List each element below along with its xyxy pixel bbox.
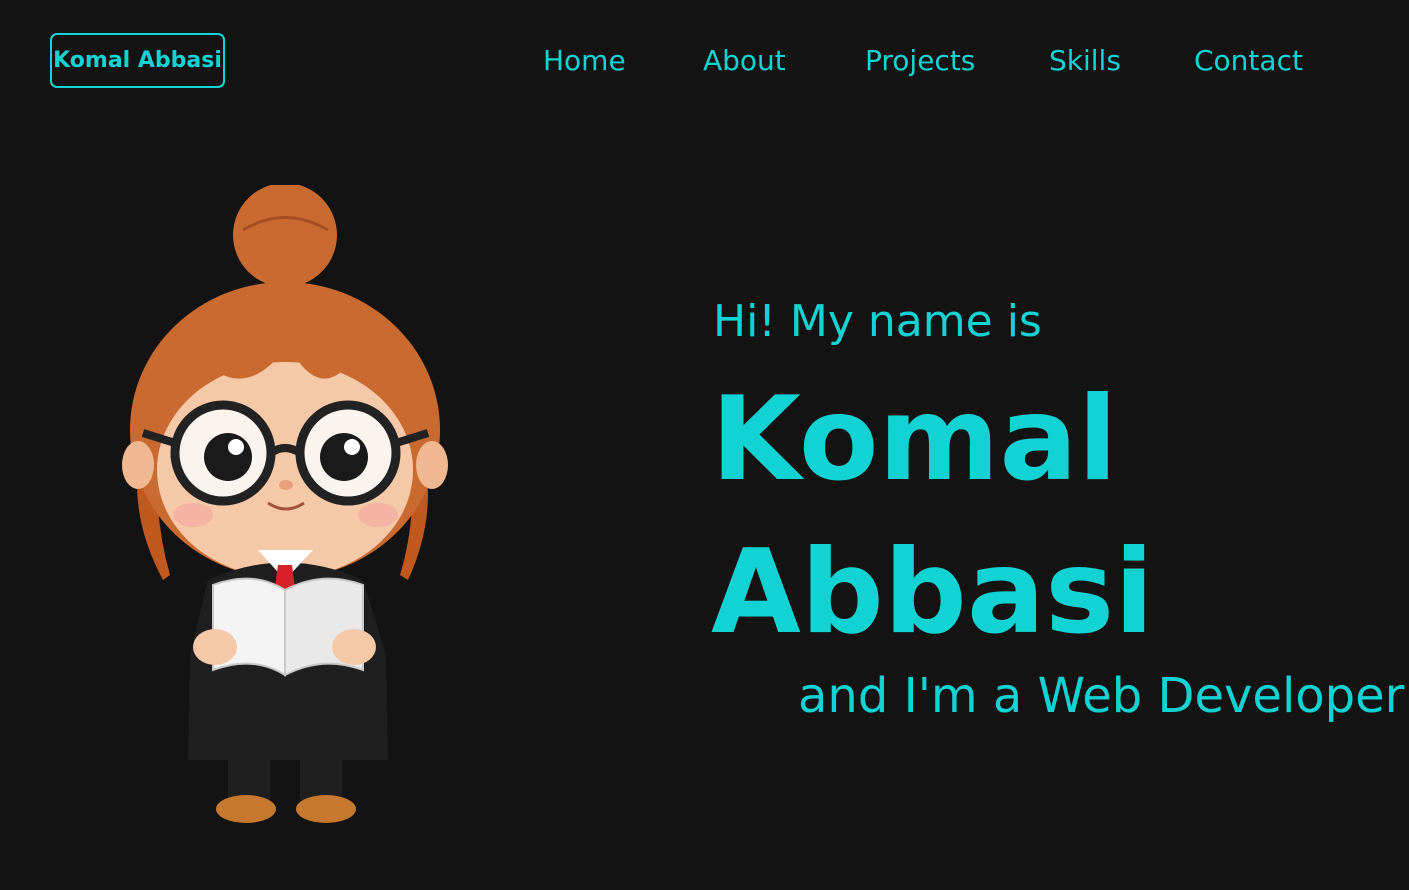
nav-home-link[interactable]: Home xyxy=(543,44,626,84)
nav-skills-link[interactable]: Skills xyxy=(1049,44,1121,84)
logo-button[interactable]: Komal Abbasi xyxy=(50,33,225,88)
portfolio-page: Komal Abbasi Home About Projects Skills … xyxy=(0,0,1409,890)
avatar-illustration xyxy=(122,185,448,823)
nav-contact-link[interactable]: Contact xyxy=(1194,44,1303,84)
hero-first-name: Komal xyxy=(711,372,1118,507)
hero-last-name: Abbasi xyxy=(711,525,1154,660)
hero-intro-text: Hi! My name is xyxy=(713,296,1042,347)
nav-about-link[interactable]: About xyxy=(703,44,786,84)
nav-projects-link[interactable]: Projects xyxy=(865,44,975,84)
hero-tagline: and I'm a Web Developer! xyxy=(798,668,1409,724)
